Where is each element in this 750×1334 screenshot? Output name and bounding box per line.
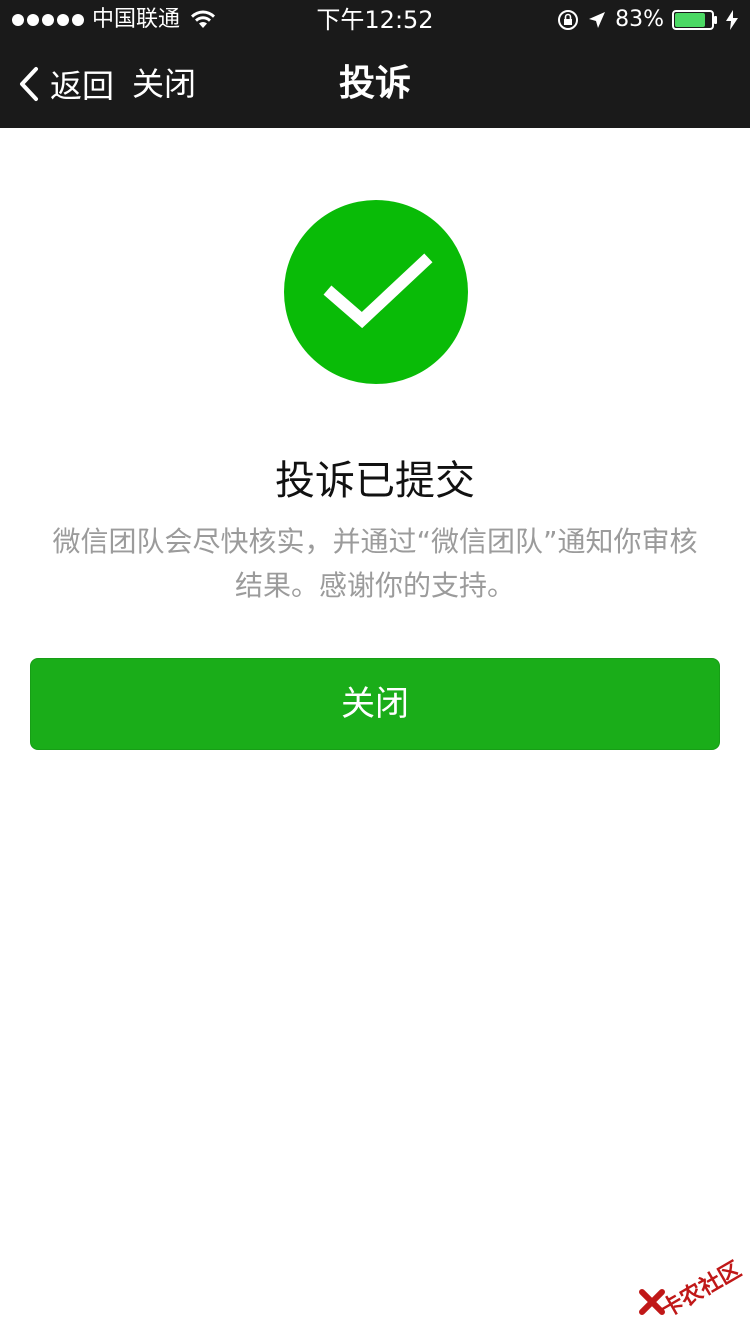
close-button[interactable]: 关闭 — [30, 658, 720, 750]
navigation-bar: 返回 关闭 投诉 — [0, 40, 750, 128]
charging-bolt-icon — [726, 10, 738, 30]
location-arrow-icon — [589, 12, 606, 28]
watermark-text: 卡农社区 — [657, 1257, 746, 1323]
success-title: 投诉已提交 — [275, 458, 475, 504]
page-title: 投诉 — [338, 63, 411, 104]
status-right: 83% — [557, 0, 738, 40]
watermark-logo: 卡农社区 — [632, 1252, 746, 1323]
check-circle-icon — [284, 200, 468, 384]
rotation-lock-icon — [558, 10, 579, 30]
success-description: 微信团队会尽快核实，并通过“微信团队”通知你审核结果。感谢你的支持。 — [52, 525, 698, 602]
status-bar: 中国联通 下午12:52 83% — [0, 0, 750, 40]
battery-icon — [672, 10, 717, 30]
battery-percentage: 83% — [615, 7, 664, 32]
